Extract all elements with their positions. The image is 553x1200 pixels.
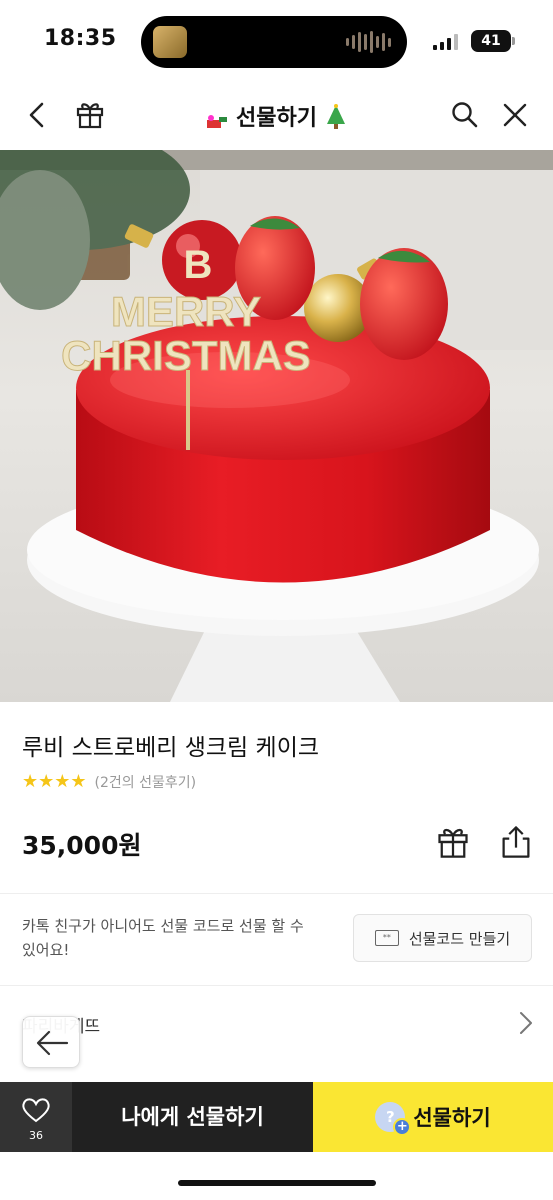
screen: 18:35 41 선물하기 B MERRY CHRISTMAS 루비 스트로베리…: [0, 0, 553, 1200]
topper-line2: CHRISTMAS: [61, 332, 311, 379]
now-playing-thumbnail: [153, 26, 187, 58]
nav-title-text: 선물하기: [236, 106, 317, 131]
dynamic-island[interactable]: [141, 16, 407, 68]
gift-box-icon[interactable]: [435, 824, 471, 860]
like-count: 36: [29, 1129, 43, 1142]
battery-indicator: 41: [471, 30, 511, 52]
send-gift-button[interactable]: ? + 선물하기: [313, 1082, 553, 1152]
chevron-right-icon[interactable]: [516, 1010, 536, 1036]
product-price: 35,000원: [22, 831, 142, 860]
add-friend-icon: +: [393, 1118, 412, 1136]
rating-row[interactable]: ★★★★ (2건의 선물후기): [22, 772, 196, 792]
cellular-signal-icon: [433, 34, 458, 50]
divider: [0, 893, 553, 894]
home-indicator[interactable]: [178, 1180, 376, 1186]
christmas-tree-icon: [325, 104, 347, 129]
close-icon[interactable]: [500, 100, 530, 130]
create-gift-code-button[interactable]: ** 선물코드 만들기: [353, 914, 532, 962]
floating-back-button[interactable]: [22, 1016, 80, 1068]
heart-icon: [22, 1098, 50, 1123]
send-gift-label: 선물하기: [413, 1106, 491, 1130]
search-icon[interactable]: [450, 100, 480, 130]
share-icon[interactable]: [498, 824, 534, 860]
gift-to-self-button[interactable]: 나에게 선물하기: [72, 1082, 313, 1152]
review-count-link[interactable]: (2건의 선물후기): [95, 772, 197, 792]
background-tree: [0, 150, 190, 310]
santa-sleigh-icon: [206, 111, 228, 128]
arrow-left-icon: [36, 1030, 69, 1056]
ticket-icon: **: [374, 930, 399, 946]
audio-wave-icon: [346, 31, 391, 53]
create-gift-code-label: 선물코드 만들기: [408, 929, 511, 948]
product-image[interactable]: B MERRY CHRISTMAS: [0, 150, 553, 702]
topper-monogram: B: [184, 243, 213, 287]
like-button[interactable]: 36: [0, 1082, 72, 1152]
cake-illustration: B MERRY CHRISTMAS: [0, 150, 553, 702]
friend-avatar-icon: ? +: [375, 1102, 412, 1136]
topper-line1: MERRY: [111, 288, 261, 335]
star-rating-icon: ★★★★: [22, 771, 87, 792]
divider: [0, 985, 553, 986]
navigation-bar: 선물하기: [0, 80, 553, 150]
status-time: 18:35: [44, 26, 117, 51]
gift-code-description: 카톡 친구가 아니어도 선물 코드로 선물 할 수 있어요!: [22, 917, 304, 959]
status-bar: 18:35 41: [0, 0, 553, 80]
product-title: 루비 스트로베리 생크림 케이크: [22, 735, 320, 761]
battery-cap: [512, 37, 515, 45]
